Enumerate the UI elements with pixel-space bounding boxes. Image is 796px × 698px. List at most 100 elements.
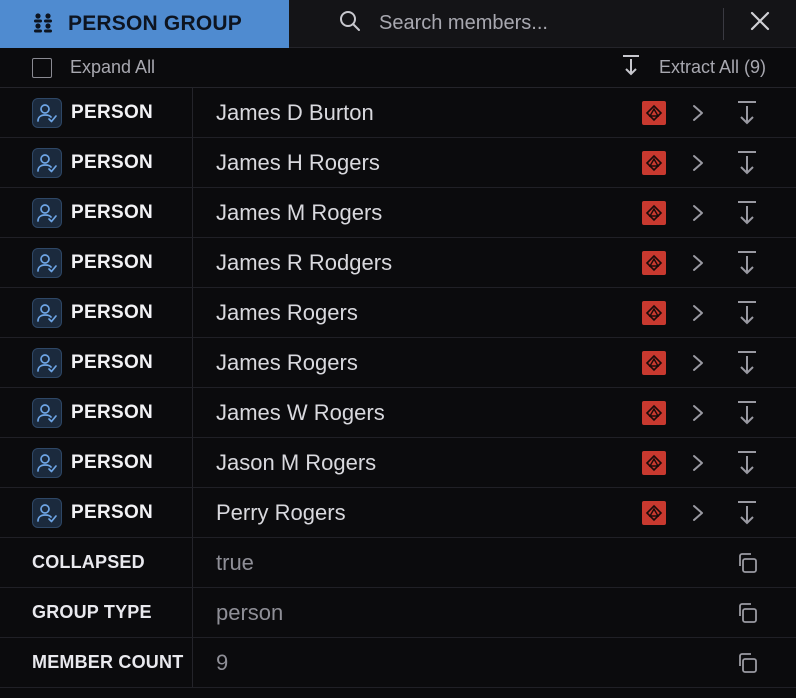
property-list: COLLAPSED true GROUP TYPE person MEMBER COUN… (0, 538, 796, 688)
warning-icon[interactable] (642, 151, 666, 175)
warning-icon[interactable] (642, 401, 666, 425)
member-row[interactable]: PERSON James Rogers (0, 338, 796, 388)
member-name[interactable]: James Rogers (193, 350, 636, 376)
warning-icon[interactable] (642, 451, 666, 475)
person-icon (32, 447, 62, 478)
person-icon (32, 397, 62, 428)
chevron-right-icon[interactable] (692, 403, 704, 428)
warning-icon[interactable] (642, 301, 666, 325)
property-label: GROUP TYPE (32, 602, 152, 622)
member-row[interactable]: PERSON James W Rogers (0, 388, 796, 438)
member-type-cell: PERSON (0, 188, 193, 237)
member-name[interactable]: James M Rogers (193, 200, 636, 226)
chevron-right-icon[interactable] (692, 253, 704, 278)
extract-icon[interactable] (736, 100, 758, 131)
extract-icon[interactable] (736, 350, 758, 381)
chevron-right-icon[interactable] (692, 503, 704, 528)
member-row[interactable]: PERSON James H Rogers (0, 138, 796, 188)
search-icon (339, 10, 361, 37)
member-row[interactable]: PERSON James Rogers (0, 288, 796, 338)
member-list: PERSON James D Burton PERSON James H Rogers… (0, 88, 796, 538)
member-actions (636, 488, 796, 537)
person-icon (32, 347, 62, 378)
person-group-icon (32, 11, 58, 38)
expand-all-label[interactable]: Expand All (70, 57, 155, 78)
search-input[interactable]: Search members... (379, 12, 548, 35)
person-icon (32, 497, 62, 528)
extract-icon[interactable] (736, 500, 758, 531)
member-type-cell: PERSON (0, 338, 193, 387)
warning-icon[interactable] (642, 201, 666, 225)
member-row[interactable]: PERSON James M Rogers (0, 188, 796, 238)
panel-header: PERSON GROUP Search members... (0, 0, 796, 48)
expand-all-checkbox[interactable] (32, 57, 52, 78)
property-label-cell: MEMBER COUNT (0, 638, 193, 687)
chevron-right-icon[interactable] (692, 303, 704, 328)
member-row[interactable]: PERSON Perry Rogers (0, 488, 796, 538)
person-icon (32, 297, 62, 328)
member-actions (636, 288, 796, 337)
member-name[interactable]: James Rogers (193, 300, 636, 326)
copy-icon[interactable] (736, 652, 758, 679)
list-toolbar: Expand All Extract All (9) (0, 48, 796, 88)
copy-icon[interactable] (736, 602, 758, 629)
extract-all-label: Extract All (9) (658, 57, 766, 77)
member-type-cell: PERSON (0, 88, 193, 137)
member-actions (636, 188, 796, 237)
copy-icon[interactable] (736, 552, 758, 579)
member-type-label: PERSON (71, 501, 154, 523)
extract-all-button[interactable]: Extract All (9) (621, 54, 766, 81)
warning-icon[interactable] (642, 501, 666, 525)
person-icon (32, 247, 62, 278)
close-icon (750, 11, 770, 36)
person-icon (32, 97, 62, 128)
property-row: COLLAPSED true (0, 538, 796, 588)
extract-icon[interactable] (736, 250, 758, 281)
member-type-label: PERSON (71, 251, 154, 273)
member-type-cell: PERSON (0, 438, 193, 487)
member-actions (636, 438, 796, 487)
member-name[interactable]: James D Burton (193, 100, 636, 126)
member-name[interactable]: James W Rogers (193, 400, 636, 426)
group-title-tab[interactable]: PERSON GROUP (0, 0, 289, 48)
member-row[interactable]: PERSON James R Rodgers (0, 238, 796, 288)
chevron-right-icon[interactable] (692, 153, 704, 178)
member-name[interactable]: Perry Rogers (193, 500, 636, 526)
extract-icon[interactable] (736, 400, 758, 431)
chevron-right-icon[interactable] (692, 203, 704, 228)
member-name[interactable]: James H Rogers (193, 150, 636, 176)
member-row[interactable]: PERSON James D Burton (0, 88, 796, 138)
warning-icon[interactable] (642, 251, 666, 275)
member-actions (636, 388, 796, 437)
member-name[interactable]: James R Rodgers (193, 250, 636, 276)
member-type-label: PERSON (71, 301, 154, 323)
person-icon (32, 147, 62, 178)
property-value: 9 (216, 649, 229, 675)
close-button[interactable] (724, 0, 796, 47)
extract-icon[interactable] (736, 200, 758, 231)
chevron-right-icon[interactable] (692, 353, 704, 378)
download-icon (621, 54, 641, 81)
person-icon (32, 197, 62, 228)
member-type-cell: PERSON (0, 238, 193, 287)
member-name[interactable]: Jason M Rogers (193, 450, 636, 476)
extract-icon[interactable] (736, 150, 758, 181)
member-type-label: PERSON (71, 351, 154, 373)
extract-icon[interactable] (736, 450, 758, 481)
property-row: MEMBER COUNT 9 (0, 638, 796, 688)
warning-icon[interactable] (642, 101, 666, 125)
member-type-label: PERSON (71, 151, 154, 173)
property-value: true (216, 549, 254, 575)
member-row[interactable]: PERSON Jason M Rogers (0, 438, 796, 488)
member-actions (636, 88, 796, 137)
member-type-label: PERSON (71, 401, 154, 423)
property-label-cell: GROUP TYPE (0, 588, 193, 637)
member-actions (636, 238, 796, 287)
chevron-right-icon[interactable] (692, 103, 704, 128)
member-type-cell: PERSON (0, 388, 193, 437)
warning-icon[interactable] (642, 351, 666, 375)
member-search[interactable]: Search members... (289, 0, 723, 47)
property-value: person (216, 599, 284, 625)
extract-icon[interactable] (736, 300, 758, 331)
chevron-right-icon[interactable] (692, 453, 704, 478)
